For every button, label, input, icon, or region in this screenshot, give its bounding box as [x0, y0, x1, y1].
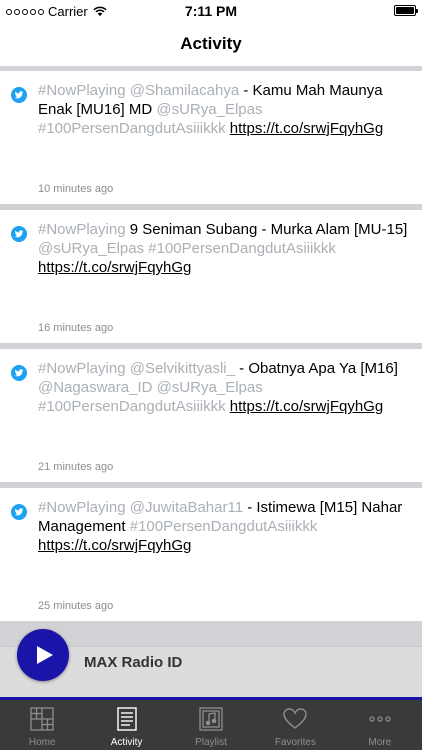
- tab-favorites[interactable]: Favorites: [253, 700, 337, 750]
- tab-more-label: More: [368, 737, 392, 748]
- tweet-mention[interactable]: @JuwitaBahar11: [130, 499, 243, 516]
- tab-favorites-label: Favorites: [274, 737, 316, 748]
- tweet-timestamp: 10 minutes ago: [38, 183, 114, 195]
- tweet-link[interactable]: https://t.co/srwjFqyhGg: [38, 537, 191, 554]
- twitter-icon: [11, 365, 27, 381]
- status-time: 7:11 PM: [184, 3, 238, 19]
- twitter-icon: [11, 504, 27, 520]
- now-playing-bar[interactable]: MAX Radio ID: [0, 629, 422, 697]
- battery-icon: [394, 5, 418, 16]
- tab-playlist-label: Playlist: [195, 737, 227, 748]
- station-name: MAX Radio ID: [84, 654, 183, 671]
- tweet-hashtag[interactable]: #100PersenDangdutAsiiikkk: [38, 120, 226, 137]
- twitter-icon: [11, 87, 27, 103]
- tweet-text-segment: - Obatnya Apa Ya [M16]: [234, 360, 398, 377]
- tweet-timestamp: 16 minutes ago: [38, 322, 114, 334]
- tweet-text: #NowPlaying @Shamilacahya - Kamu Mah Mau…: [38, 81, 408, 138]
- tweet-text: #NowPlaying @JuwitaBahar11 - Istimewa [M…: [38, 498, 408, 555]
- tweet-hashtag[interactable]: #NowPlaying: [38, 360, 126, 377]
- activity-list-icon: [116, 707, 137, 731]
- tweet-hashtag[interactable]: #NowPlaying: [38, 82, 126, 99]
- page-title: Activity: [180, 34, 242, 53]
- tweet-hashtag[interactable]: #100PersenDangdutAsiiikkk: [130, 518, 318, 535]
- tweet-mention[interactable]: @sURya_Elpas: [38, 240, 144, 257]
- tweet-hashtag[interactable]: #100PersenDangdutAsiiikkk: [38, 398, 226, 415]
- status-bar: Carrier 7:11 PM: [0, 0, 422, 22]
- tweet-mention[interactable]: @Shamilacahya: [130, 82, 239, 99]
- feed-item[interactable]: #NowPlaying @Selvikittyasli_ - Obatnya A…: [0, 349, 422, 482]
- playlist-music-icon: [199, 707, 223, 731]
- activity-feed[interactable]: #NowPlaying @Shamilacahya - Kamu Mah Mau…: [0, 66, 422, 646]
- tweet-text: #NowPlaying 9 Seniman Subang - Murka Ala…: [38, 220, 408, 277]
- tab-activity-label: Activity: [110, 737, 143, 748]
- play-button[interactable]: [17, 629, 69, 681]
- feed-item[interactable]: #NowPlaying @Shamilacahya - Kamu Mah Mau…: [0, 71, 422, 204]
- twitter-icon: [11, 226, 27, 242]
- tab-activity[interactable]: Activity: [84, 700, 168, 750]
- tweet-link[interactable]: https://t.co/srwjFqyhGg: [230, 120, 383, 137]
- tweet-link[interactable]: https://t.co/srwjFqyhGg: [230, 398, 383, 415]
- tweet-timestamp: 21 minutes ago: [38, 461, 114, 473]
- tweet-hashtag[interactable]: #100PersenDangdutAsiiikkk: [148, 240, 336, 257]
- tab-home[interactable]: Home: [0, 700, 84, 750]
- play-icon: [37, 646, 53, 664]
- tab-playlist[interactable]: Playlist: [169, 700, 253, 750]
- tweet-mention[interactable]: @Nagaswara_ID: [38, 379, 152, 396]
- tweet-hashtag[interactable]: #NowPlaying: [38, 221, 126, 238]
- tweet-text: #NowPlaying @Selvikittyasli_ - Obatnya A…: [38, 359, 408, 416]
- more-dots-icon: [369, 716, 391, 722]
- tweet-hashtag[interactable]: #NowPlaying: [38, 499, 126, 516]
- home-grid-icon: [30, 707, 54, 731]
- tweet-timestamp: 25 minutes ago: [38, 600, 114, 612]
- tweet-mention[interactable]: @sURya_Elpas: [157, 379, 263, 396]
- tab-home-label: Home: [28, 737, 56, 748]
- heart-icon: [283, 708, 308, 729]
- tweet-text-segment: 9 Seniman Subang - Murka Alam [MU-15]: [125, 221, 408, 238]
- feed-item[interactable]: #NowPlaying @JuwitaBahar11 - Istimewa [M…: [0, 488, 422, 621]
- tweet-link[interactable]: https://t.co/srwjFqyhGg: [38, 259, 191, 276]
- tab-bar: Home Activity Playlist Favorites More: [0, 700, 422, 750]
- tweet-mention[interactable]: @sURya_Elpas: [156, 101, 262, 118]
- tweet-mention[interactable]: @Selvikittyasli_: [130, 360, 235, 377]
- tab-more[interactable]: More: [338, 700, 422, 750]
- feed-item[interactable]: #NowPlaying 9 Seniman Subang - Murka Ala…: [0, 210, 422, 343]
